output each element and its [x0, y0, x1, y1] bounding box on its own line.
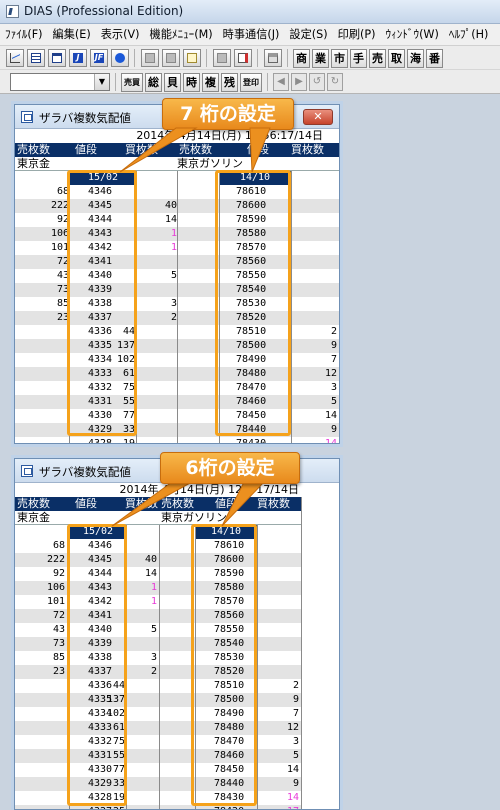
callout-pointers: [111, 127, 271, 527]
callout-pointer: [119, 127, 198, 173]
callout-pointer: [249, 127, 271, 173]
callout-pointer: [111, 481, 193, 527]
callout-6digit-text: 6桁の設定: [185, 457, 275, 479]
callout-pointer: [221, 481, 266, 527]
callout-6digit: 6桁の設定: [160, 452, 300, 484]
